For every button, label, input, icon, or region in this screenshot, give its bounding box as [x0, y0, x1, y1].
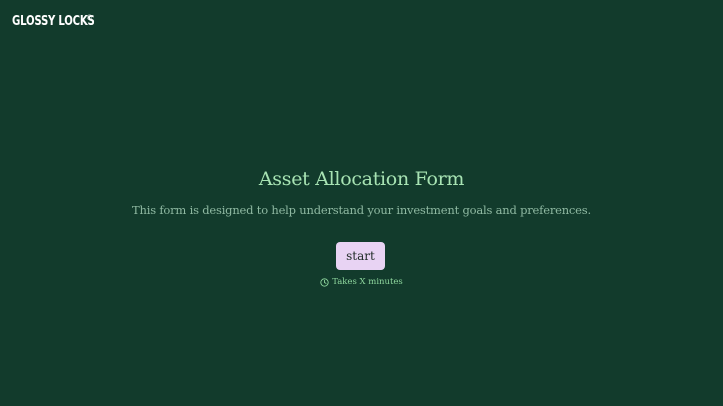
form-title: Asset Allocation Form	[258, 168, 465, 190]
form-description: This form is designed to help understand…	[132, 203, 591, 217]
time-estimate: Takes X minutes	[0, 277, 723, 287]
brand-name: GLOSSY LOCKS	[12, 14, 95, 29]
time-estimate-label: Takes X minutes	[332, 277, 403, 287]
clock-icon	[320, 277, 329, 287]
start-button[interactable]: start	[336, 242, 385, 270]
brand-logo: GLOSSY LOCKS ©	[12, 14, 95, 29]
